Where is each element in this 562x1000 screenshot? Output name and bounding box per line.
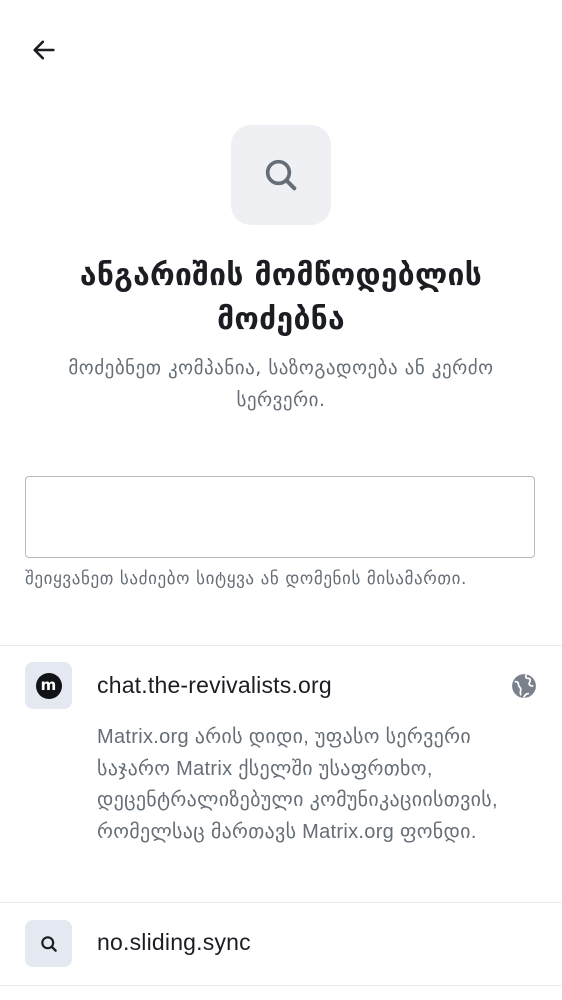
server-name: no.sliding.sync xyxy=(97,929,251,955)
server-search-field[interactable] xyxy=(25,476,535,558)
globe-icon xyxy=(512,674,536,698)
page-subtitle: მოძებნეთ კომპანია, საზოგადოება ან კერძო … xyxy=(68,357,494,411)
arrow-left-icon xyxy=(33,40,55,60)
server-avatar: m xyxy=(25,662,72,709)
search-icon xyxy=(265,159,297,191)
back-button[interactable] xyxy=(22,28,66,72)
page-title: ანგარიშის მომწოდებლის მოძებნა xyxy=(79,258,483,337)
server-list-item[interactable]: no.sliding.sync xyxy=(0,903,562,985)
server-description: Matrix.org არის დიდი, უფასო სერვერი საჯა… xyxy=(97,726,498,843)
server-name: chat.the-revivalists.org xyxy=(97,672,332,698)
hero-search-icon-container xyxy=(231,125,331,225)
search-icon xyxy=(40,935,57,952)
matrix-logo-icon: m xyxy=(35,672,62,699)
server-search-input[interactable] xyxy=(26,477,534,557)
divider xyxy=(0,985,562,986)
server-avatar xyxy=(25,920,72,967)
search-helper-text: შეიყვანეთ საძიებო სიტყვა ან დომენის მისა… xyxy=(25,569,467,589)
